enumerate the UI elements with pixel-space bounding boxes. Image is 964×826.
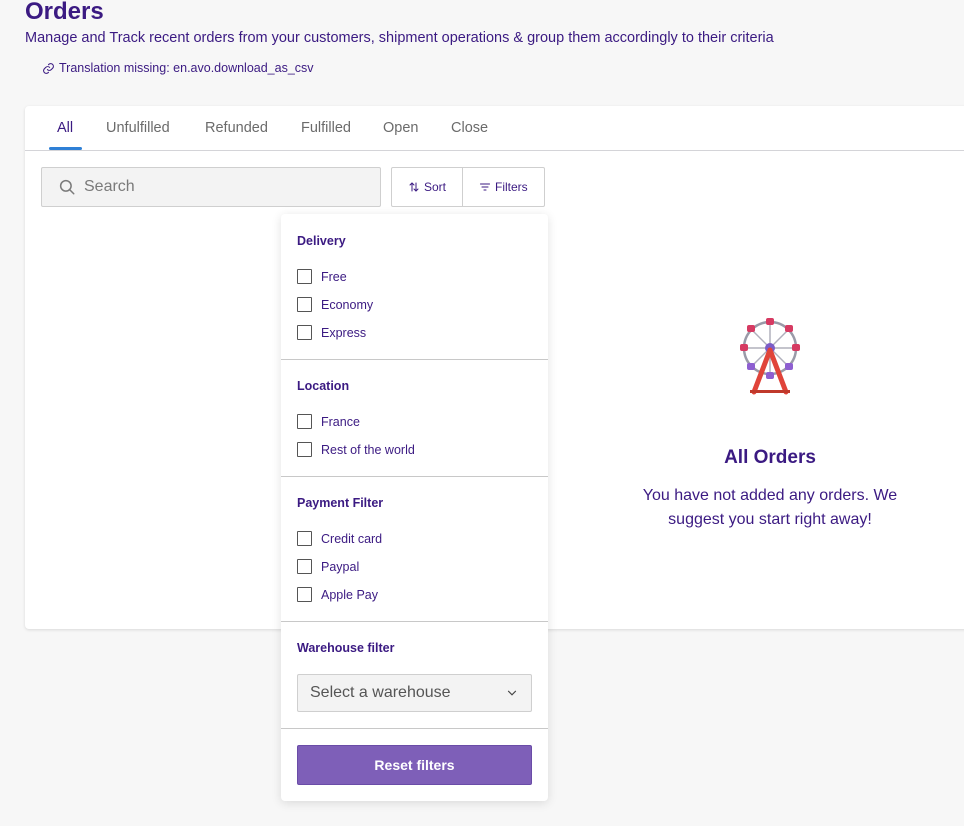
page-subtitle: Manage and Track recent orders from your…: [25, 30, 774, 46]
search-icon: [59, 179, 75, 195]
search-box: [41, 167, 381, 207]
checkbox[interactable]: [297, 559, 312, 574]
sort-button[interactable]: Sort: [392, 168, 462, 206]
download-csv-label: Translation missing: en.avo.download_as_…: [59, 61, 314, 75]
checkbox[interactable]: [297, 414, 312, 429]
divider: [281, 728, 548, 729]
filter-option-free[interactable]: Free: [297, 269, 347, 284]
warehouse-select[interactable]: Select a warehouse: [297, 674, 532, 712]
checkbox[interactable]: [297, 587, 312, 602]
filter-option-express[interactable]: Express: [297, 325, 366, 340]
checkbox[interactable]: [297, 325, 312, 340]
option-label: France: [321, 414, 360, 429]
chevron-down-icon: [507, 690, 517, 696]
option-label: Express: [321, 325, 367, 340]
warehouse-select-value: Select a warehouse: [310, 684, 451, 701]
empty-state: All Orders You have not added any orders…: [615, 316, 925, 532]
empty-state-text: You have not added any orders. We sugges…: [642, 487, 898, 528]
filter-option-paypal[interactable]: Paypal: [297, 559, 359, 574]
payment-heading: Payment Filter: [297, 496, 384, 510]
filters-dropdown: Delivery Free Economy Express Location F…: [281, 214, 548, 801]
divider: [281, 621, 548, 622]
warehouse-heading: Warehouse filter: [297, 641, 395, 655]
filters-label: Filters: [495, 180, 528, 194]
reset-filters-button[interactable]: Reset filters: [297, 745, 532, 785]
option-label: Apple Pay: [321, 587, 378, 602]
active-tab-indicator: [49, 147, 82, 150]
checkbox[interactable]: [297, 269, 312, 284]
tab-unfulfilled[interactable]: Unfulfilled: [106, 120, 170, 136]
option-label: Credit card: [321, 531, 383, 546]
divider: [281, 476, 548, 477]
filter-option-france[interactable]: France: [297, 414, 360, 429]
option-label: Paypal: [321, 559, 360, 574]
filter-option-rest-of-world[interactable]: Rest of the world: [297, 442, 415, 457]
delivery-heading: Delivery: [297, 234, 346, 248]
checkbox[interactable]: [297, 442, 312, 457]
location-heading: Location: [297, 379, 350, 393]
filters-button[interactable]: Filters: [462, 168, 544, 206]
option-label: Economy: [321, 297, 374, 312]
option-label: Rest of the world: [321, 442, 415, 457]
filter-option-apple-pay[interactable]: Apple Pay: [297, 587, 378, 602]
link-icon: [43, 62, 54, 74]
tab-bar: All Unfulfilled Refunded Fulfilled Open …: [25, 106, 964, 151]
filter-option-economy[interactable]: Economy: [297, 297, 373, 312]
filter-option-credit-card[interactable]: Credit card: [297, 531, 382, 546]
download-csv-link[interactable]: Translation missing: en.avo.download_as_…: [42, 61, 314, 75]
sort-icon: [409, 182, 419, 192]
sort-label: Sort: [424, 180, 447, 194]
tab-refunded[interactable]: Refunded: [205, 120, 268, 136]
tab-close[interactable]: Close: [451, 120, 488, 136]
option-label: Free: [321, 269, 347, 284]
checkbox[interactable]: [297, 531, 312, 546]
sort-filter-group: Sort Filters: [391, 167, 545, 207]
tab-all[interactable]: All: [57, 120, 73, 136]
empty-state-title: All Orders: [724, 447, 816, 468]
ferris-wheel-icon: [740, 318, 800, 395]
tab-fulfilled[interactable]: Fulfilled: [301, 120, 351, 136]
filter-icon: [479, 183, 491, 191]
page-title: Orders: [25, 0, 104, 25]
search-input[interactable]: [84, 178, 364, 196]
checkbox[interactable]: [297, 297, 312, 312]
tab-open[interactable]: Open: [383, 120, 418, 136]
divider: [281, 359, 548, 360]
